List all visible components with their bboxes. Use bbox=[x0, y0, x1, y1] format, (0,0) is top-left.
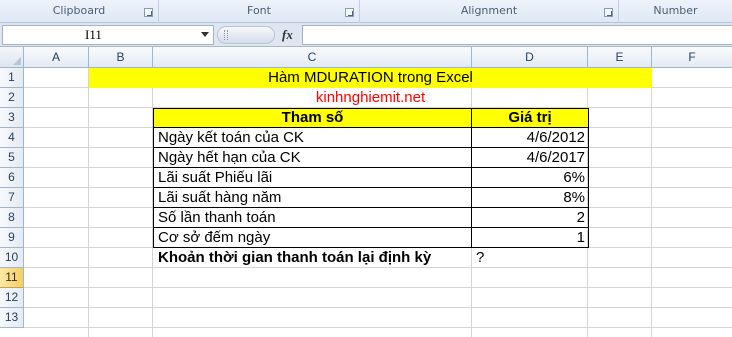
gridline bbox=[88, 68, 89, 337]
column-header-d[interactable]: D bbox=[472, 47, 588, 68]
param-value-cell[interactable]: 4/6/2012 bbox=[472, 128, 588, 148]
row-header-2[interactable]: 2 bbox=[0, 88, 24, 108]
row-header-8[interactable]: 8 bbox=[0, 208, 24, 228]
site-link-cell[interactable]: kinhnghiemit.net bbox=[89, 88, 652, 108]
name-box-dropdown-icon[interactable] bbox=[201, 32, 209, 37]
row-header-9[interactable]: 9 bbox=[0, 228, 24, 248]
column-header-c[interactable]: C bbox=[153, 47, 472, 68]
resize-grip-icon[interactable] bbox=[224, 30, 228, 40]
clipboard-dialog-launcher-icon[interactable] bbox=[144, 8, 153, 17]
worksheet-grid[interactable]: A B C D E F 1 2 3 4 5 6 7 8 9 10 11 12 1… bbox=[0, 47, 732, 337]
column-header-e[interactable]: E bbox=[588, 47, 652, 68]
gridline bbox=[651, 68, 652, 337]
font-dialog-launcher-icon[interactable] bbox=[345, 8, 354, 17]
result-value-cell[interactable]: ? bbox=[472, 248, 588, 268]
result-label-cell[interactable]: Khoản thời gian thanh toán lại định kỳ bbox=[154, 248, 471, 268]
insert-function-icon[interactable]: fx bbox=[282, 27, 293, 43]
ribbon-group-bar: Clipboard Font Alignment Number bbox=[0, 0, 732, 23]
row-header-4[interactable]: 4 bbox=[0, 128, 24, 148]
row-header-7[interactable]: 7 bbox=[0, 188, 24, 208]
column-header-b[interactable]: B bbox=[89, 47, 153, 68]
select-all-button[interactable] bbox=[0, 47, 24, 68]
param-label-cell[interactable]: Lãi suất Phiếu lãi bbox=[154, 168, 471, 188]
row-header-1[interactable]: 1 bbox=[0, 68, 24, 88]
row-header-3[interactable]: 3 bbox=[0, 108, 24, 128]
ribbon-group-alignment: Alignment bbox=[360, 0, 619, 23]
param-value-cell[interactable]: 8% bbox=[472, 188, 588, 208]
ribbon-group-clipboard: Clipboard bbox=[0, 0, 159, 23]
gridline bbox=[24, 287, 732, 288]
gridline bbox=[24, 327, 732, 328]
table-border bbox=[588, 108, 589, 248]
row-header-11[interactable]: 11 bbox=[0, 268, 24, 288]
sheet-title-cell[interactable]: Hàm MDURATION trong Excel bbox=[89, 68, 652, 88]
name-box[interactable]: I11 bbox=[2, 25, 214, 45]
row-header-5[interactable]: 5 bbox=[0, 148, 24, 168]
column-header-a[interactable]: A bbox=[24, 47, 89, 68]
param-value-cell[interactable]: 4/6/2017 bbox=[472, 148, 588, 168]
param-value-cell[interactable]: 1 bbox=[472, 228, 588, 248]
column-header-f[interactable]: F bbox=[652, 47, 732, 68]
param-label-cell[interactable]: Ngày hết hạn của CK bbox=[154, 148, 471, 168]
number-group-label: Number bbox=[653, 4, 698, 17]
param-value-cell[interactable]: 2 bbox=[472, 208, 588, 228]
param-label-cell[interactable]: Lãi suất hàng năm bbox=[154, 188, 471, 208]
font-group-label: Font bbox=[247, 4, 271, 17]
ribbon-group-font: Font bbox=[159, 0, 360, 23]
header-cell-param[interactable]: Tham số bbox=[154, 108, 471, 128]
alignment-group-label: Alignment bbox=[460, 4, 518, 17]
param-label-cell[interactable]: Số lần thanh toán bbox=[154, 208, 471, 228]
row-header-10[interactable]: 10 bbox=[0, 248, 24, 268]
row-header-13[interactable]: 13 bbox=[0, 308, 24, 328]
param-value-cell[interactable]: 6% bbox=[472, 168, 588, 188]
row-header-6[interactable]: 6 bbox=[0, 168, 24, 188]
param-label-cell[interactable]: Ngày kết toán của CK bbox=[154, 128, 471, 148]
header-cell-value[interactable]: Giá trị bbox=[472, 108, 588, 128]
clipboard-group-label: Clipboard bbox=[52, 4, 106, 17]
alignment-dialog-launcher-icon[interactable] bbox=[604, 8, 613, 17]
formula-bar: I11 fx bbox=[0, 23, 732, 47]
row-header-12[interactable]: 12 bbox=[0, 288, 24, 308]
param-label-cell[interactable]: Cơ sở đếm ngày bbox=[154, 228, 471, 248]
formula-input[interactable] bbox=[302, 25, 732, 45]
ribbon-group-number: Number bbox=[619, 0, 732, 23]
gridline bbox=[24, 307, 732, 308]
